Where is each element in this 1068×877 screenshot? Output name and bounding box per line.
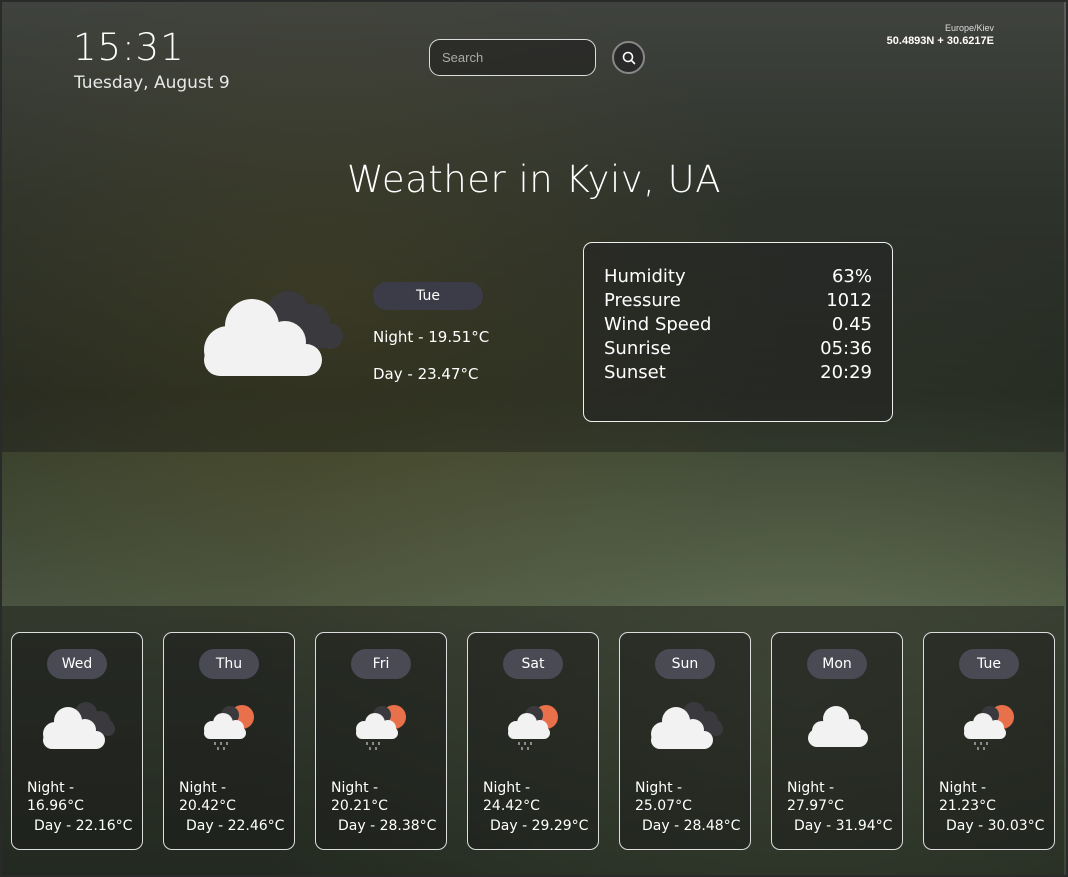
detail-label: Sunset — [604, 362, 666, 383]
detail-row-wind-speed: Wind Speed 0.45 — [604, 313, 872, 337]
white-cloud-icon — [808, 706, 868, 747]
forecast-card[interactable]: Wed Night - 16.96°C Day - 22.16°C — [11, 632, 143, 850]
detail-row-sunset: Sunset 20:29 — [604, 361, 872, 385]
forecast-card[interactable]: Thu Night - 20.42°C Day - 22.46°C — [163, 632, 295, 850]
search-input[interactable] — [429, 39, 596, 76]
search-button[interactable] — [612, 41, 645, 74]
forecast-night-temp: 21.23°C — [939, 798, 996, 814]
forecast-day: Thu — [199, 649, 259, 679]
cloud-icon — [43, 702, 115, 749]
clock-time: 15:31 — [73, 26, 185, 69]
detail-row-pressure: Pressure 1012 — [604, 289, 872, 313]
detail-value: 0.45 — [831, 314, 872, 335]
detail-row-sunrise: Sunrise 05:36 — [604, 337, 872, 361]
forecast-day: Fri — [351, 649, 411, 679]
forecast-day-temp: Day - 22.16°C — [34, 818, 133, 834]
sun-cloud-rain-icon — [204, 705, 254, 750]
detail-label: Humidity — [604, 266, 686, 287]
forecast-card[interactable]: Tue Night - 21.23°C Day - 30.03°C — [923, 632, 1055, 850]
forecast-night-temp: 27.97°C — [787, 798, 844, 814]
weather-details-panel: Humidity 63% Pressure 1012 Wind Speed 0.… — [583, 242, 893, 422]
detail-label: Wind Speed — [604, 314, 712, 335]
forecast-night-temp: 16.96°C — [27, 798, 84, 814]
timezone-label: Europe/Kiev — [944, 23, 994, 33]
page-title: Weather in Kyiv, UA — [346, 158, 722, 201]
sun-cloud-rain-icon — [356, 705, 406, 750]
forecast-day-temp: Day - 31.94°C — [794, 818, 893, 834]
forecast-night-label: Night - — [27, 780, 75, 796]
forecast-day: Sat — [503, 649, 563, 679]
detail-value: 1012 — [826, 290, 872, 311]
forecast-night-temp: 20.21°C — [331, 798, 388, 814]
forecast-night-label: Night - — [635, 780, 683, 796]
current-day-badge: Tue — [373, 282, 483, 310]
forecast-day-temp: Day - 28.38°C — [338, 818, 437, 834]
detail-label: Sunrise — [604, 338, 672, 359]
forecast-card[interactable]: Sun Night - 25.07°C Day - 28.48°C — [619, 632, 751, 850]
sun-cloud-rain-icon — [964, 705, 1014, 750]
forecast-card[interactable]: Sat Night - 24.42°C Day - 29.29°C — [467, 632, 599, 850]
forecast-night-label: Night - — [939, 780, 987, 796]
search-icon — [622, 51, 635, 64]
forecast-day-temp: Day - 28.48°C — [642, 818, 741, 834]
forecast-day-temp: Day - 30.03°C — [946, 818, 1045, 834]
current-day-temp: Day - 23.47°C — [373, 365, 479, 383]
forecast-night-temp: 24.42°C — [483, 798, 540, 814]
detail-row-humidity: Humidity 63% — [604, 265, 872, 289]
forecast-night-label: Night - — [179, 780, 227, 796]
forecast-day: Sun — [655, 649, 715, 679]
cloud-icon — [651, 702, 723, 749]
forecast-night-label: Night - — [483, 780, 531, 796]
current-night-temp: Night - 19.51°C — [373, 328, 490, 346]
forecast-day: Tue — [959, 649, 1019, 679]
detail-value: 63% — [831, 266, 872, 287]
forecast-night-temp: 25.07°C — [635, 798, 692, 814]
cloud-icon — [204, 291, 343, 376]
clock-date: Tuesday, August 9 — [74, 73, 230, 93]
sun-cloud-rain-icon — [508, 705, 558, 750]
forecast-card[interactable]: Mon Night - 27.97°C Day - 31.94°C — [771, 632, 903, 850]
coordinates-label: 50.4893N + 30.6217E — [886, 35, 994, 47]
detail-value: 20:29 — [820, 362, 872, 383]
detail-label: Pressure — [604, 290, 681, 311]
detail-value: 05:36 — [820, 338, 872, 359]
forecast-day-temp: Day - 22.46°C — [186, 818, 285, 834]
forecast-card[interactable]: Fri Night - 20.21°C Day - 28.38°C — [315, 632, 447, 850]
forecast-night-label: Night - — [331, 780, 379, 796]
forecast-night-temp: 20.42°C — [179, 798, 236, 814]
forecast-day: Mon — [807, 649, 867, 679]
forecast-night-label: Night - — [787, 780, 835, 796]
forecast-day-temp: Day - 29.29°C — [490, 818, 589, 834]
forecast-day: Wed — [47, 649, 107, 679]
